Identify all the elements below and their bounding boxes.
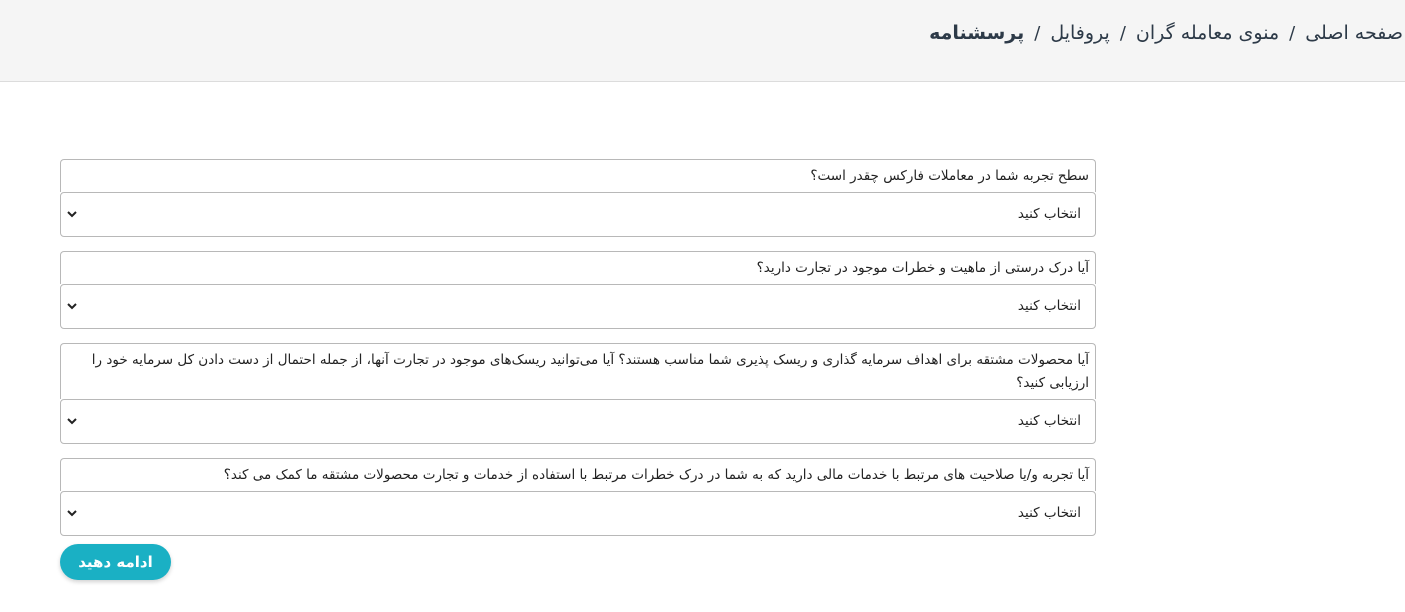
continue-button[interactable]: ادامه دهید bbox=[60, 544, 171, 580]
top-bar: صفحه اصلی / منوی معامله گران / پروفایل /… bbox=[0, 0, 1405, 82]
breadcrumb-current-page: پرسشنامه bbox=[929, 22, 1025, 44]
breadcrumb-separator: / bbox=[1119, 22, 1126, 44]
chevron-down-icon bbox=[67, 211, 77, 218]
question-label: سطح تجربه شما در معاملات فارکس چقدر است؟ bbox=[60, 159, 1096, 192]
select-value: انتخاب کنید bbox=[1017, 206, 1081, 222]
questionnaire-form: سطح تجربه شما در معاملات فارکس چقدر است؟… bbox=[60, 159, 1096, 550]
question-block: آیا درک درستی از ماهیت و خطرات موجود در … bbox=[60, 251, 1096, 329]
answer-select[interactable]: انتخاب کنید bbox=[60, 491, 1096, 536]
question-block: آیا محصولات مشتقه برای اهداف سرمایه گذار… bbox=[60, 343, 1096, 444]
breadcrumb-home[interactable]: صفحه اصلی bbox=[1305, 22, 1403, 44]
breadcrumb: صفحه اصلی / منوی معامله گران / پروفایل /… bbox=[929, 22, 1403, 44]
chevron-down-icon bbox=[67, 303, 77, 310]
question-block: سطح تجربه شما در معاملات فارکس چقدر است؟… bbox=[60, 159, 1096, 237]
answer-select[interactable]: انتخاب کنید bbox=[60, 284, 1096, 329]
breadcrumb-traders-menu[interactable]: منوی معامله گران bbox=[1136, 22, 1279, 44]
answer-select[interactable]: انتخاب کنید bbox=[60, 192, 1096, 237]
answer-select[interactable]: انتخاب کنید bbox=[60, 399, 1096, 444]
chevron-down-icon bbox=[67, 510, 77, 517]
select-value: انتخاب کنید bbox=[1017, 413, 1081, 429]
select-value: انتخاب کنید bbox=[1017, 298, 1081, 314]
question-label: آیا درک درستی از ماهیت و خطرات موجود در … bbox=[60, 251, 1096, 284]
question-label: آیا محصولات مشتقه برای اهداف سرمایه گذار… bbox=[60, 343, 1096, 399]
breadcrumb-separator: / bbox=[1034, 22, 1041, 44]
question-block: آیا تجربه و/یا صلاحیت های مرتبط با خدمات… bbox=[60, 458, 1096, 536]
breadcrumb-separator: / bbox=[1289, 22, 1296, 44]
chevron-down-icon bbox=[67, 418, 77, 425]
question-label: آیا تجربه و/یا صلاحیت های مرتبط با خدمات… bbox=[60, 458, 1096, 491]
select-value: انتخاب کنید bbox=[1017, 505, 1081, 521]
breadcrumb-profile[interactable]: پروفایل bbox=[1050, 22, 1110, 44]
